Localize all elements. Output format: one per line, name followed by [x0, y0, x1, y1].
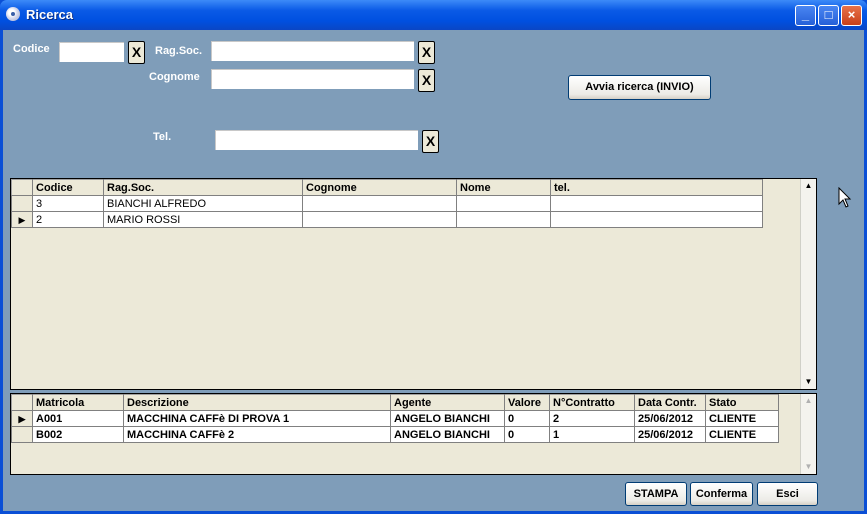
ragsoc-input[interactable] [210, 40, 415, 62]
column-header[interactable]: Data Contr. [634, 394, 706, 411]
column-header[interactable]: Matricola [32, 394, 124, 411]
column-header[interactable]: N°Contratto [549, 394, 635, 411]
clients-grid[interactable]: Codice Rag.Soc. Cognome Nome tel. 3 BIAN… [10, 178, 817, 390]
row-indicator[interactable]: ▶ [11, 211, 33, 228]
machines-table: Matricola Descrizione Agente Valore N°Co… [11, 394, 779, 443]
cell-matricola[interactable]: B002 [32, 426, 124, 443]
tel-clear-button[interactable]: X [422, 130, 439, 153]
cell-contratto[interactable]: 2 [549, 410, 635, 427]
maximize-button[interactable]: □ [818, 5, 839, 26]
machines-grid[interactable]: Matricola Descrizione Agente Valore N°Co… [10, 393, 817, 475]
codice-clear-button[interactable]: X [128, 41, 145, 64]
cell-agente[interactable]: ANGELO BIANCHI [390, 426, 505, 443]
cell-codice[interactable]: 3 [32, 195, 104, 212]
scroll-up-icon[interactable]: ▲ [801, 394, 816, 408]
cognome-input[interactable] [210, 68, 415, 90]
minimize-button[interactable]: _ [795, 5, 816, 26]
cell-cognome[interactable] [302, 211, 457, 228]
clients-table: Codice Rag.Soc. Cognome Nome tel. 3 BIAN… [11, 179, 763, 228]
cell-descrizione[interactable]: MACCHINA CAFFè DI PROVA 1 [123, 410, 391, 427]
form-body: Codice X Rag.Soc. X Cognome X Avvia rice… [3, 30, 864, 511]
cell-valore[interactable]: 0 [504, 410, 550, 427]
header-indicator [11, 179, 33, 196]
column-header[interactable]: Descrizione [123, 394, 391, 411]
tel-input[interactable] [214, 129, 419, 151]
cell-stato[interactable]: CLIENTE [705, 410, 779, 427]
app-icon [6, 7, 20, 21]
cell-agente[interactable]: ANGELO BIANCHI [390, 410, 505, 427]
ragsoc-label: Rag.Soc. [155, 45, 203, 57]
scroll-up-icon[interactable]: ▲ [801, 179, 816, 193]
cell-stato[interactable]: CLIENTE [705, 426, 779, 443]
cell-tel[interactable] [550, 195, 763, 212]
row-indicator[interactable] [11, 195, 33, 212]
conferma-button[interactable]: Conferma [690, 482, 753, 506]
column-header[interactable]: Cognome [302, 179, 457, 196]
cognome-clear-button[interactable]: X [418, 69, 435, 92]
scroll-down-icon[interactable]: ▼ [801, 375, 816, 389]
table-row[interactable]: 3 BIANCHI ALFREDO [11, 195, 763, 212]
header-indicator [11, 394, 33, 411]
tel-label: Tel. [153, 131, 172, 143]
mouse-cursor-icon [838, 187, 852, 208]
ragsoc-clear-button[interactable]: X [418, 41, 435, 64]
table-row[interactable]: ▶ 2 MARIO ROSSI [11, 211, 763, 228]
search-button[interactable]: Avvia ricerca (INVIO) [568, 75, 711, 100]
clients-header-row: Codice Rag.Soc. Cognome Nome tel. [11, 179, 763, 196]
column-header[interactable]: Nome [456, 179, 551, 196]
cell-ragsoc[interactable]: BIANCHI ALFREDO [103, 195, 303, 212]
machines-scrollbar[interactable]: ▲ ▼ [800, 394, 816, 474]
esci-button[interactable]: Esci [757, 482, 818, 506]
cell-valore[interactable]: 0 [504, 426, 550, 443]
cell-descrizione[interactable]: MACCHINA CAFFè 2 [123, 426, 391, 443]
stampa-button[interactable]: STAMPA [625, 482, 687, 506]
row-pointer-icon: ▶ [18, 413, 26, 424]
column-header[interactable]: Stato [705, 394, 779, 411]
column-header[interactable]: Agente [390, 394, 505, 411]
close-button[interactable]: × [841, 5, 862, 26]
codice-label: Codice [13, 43, 50, 55]
cell-nome[interactable] [456, 195, 551, 212]
window-title: Ricerca [26, 7, 73, 22]
title-bar[interactable]: Ricerca _ □ × [0, 0, 867, 30]
cell-data[interactable]: 25/06/2012 [634, 426, 706, 443]
column-header[interactable]: tel. [550, 179, 763, 196]
table-row[interactable]: ▶ A001 MACCHINA CAFFè DI PROVA 1 ANGELO … [11, 410, 779, 427]
cell-matricola[interactable]: A001 [32, 410, 124, 427]
cell-cognome[interactable] [302, 195, 457, 212]
cell-data[interactable]: 25/06/2012 [634, 410, 706, 427]
window: Ricerca _ □ × Codice X Rag.Soc. X Cognom… [0, 0, 867, 514]
scroll-down-icon[interactable]: ▼ [801, 460, 816, 474]
machines-header-row: Matricola Descrizione Agente Valore N°Co… [11, 394, 779, 411]
cell-nome[interactable] [456, 211, 551, 228]
cell-codice[interactable]: 2 [32, 211, 104, 228]
clients-scrollbar[interactable]: ▲ ▼ [800, 179, 816, 389]
table-row[interactable]: B002 MACCHINA CAFFè 2 ANGELO BIANCHI 0 1… [11, 426, 779, 443]
cell-ragsoc[interactable]: MARIO ROSSI [103, 211, 303, 228]
row-indicator[interactable] [11, 426, 33, 443]
cell-tel[interactable] [550, 211, 763, 228]
codice-input[interactable] [58, 41, 125, 63]
column-header[interactable]: Valore [504, 394, 550, 411]
cognome-label: Cognome [149, 71, 200, 83]
column-header[interactable]: Rag.Soc. [103, 179, 303, 196]
row-indicator[interactable]: ▶ [11, 410, 33, 427]
row-pointer-icon: ▶ [18, 214, 26, 225]
cell-contratto[interactable]: 1 [549, 426, 635, 443]
column-header[interactable]: Codice [32, 179, 104, 196]
